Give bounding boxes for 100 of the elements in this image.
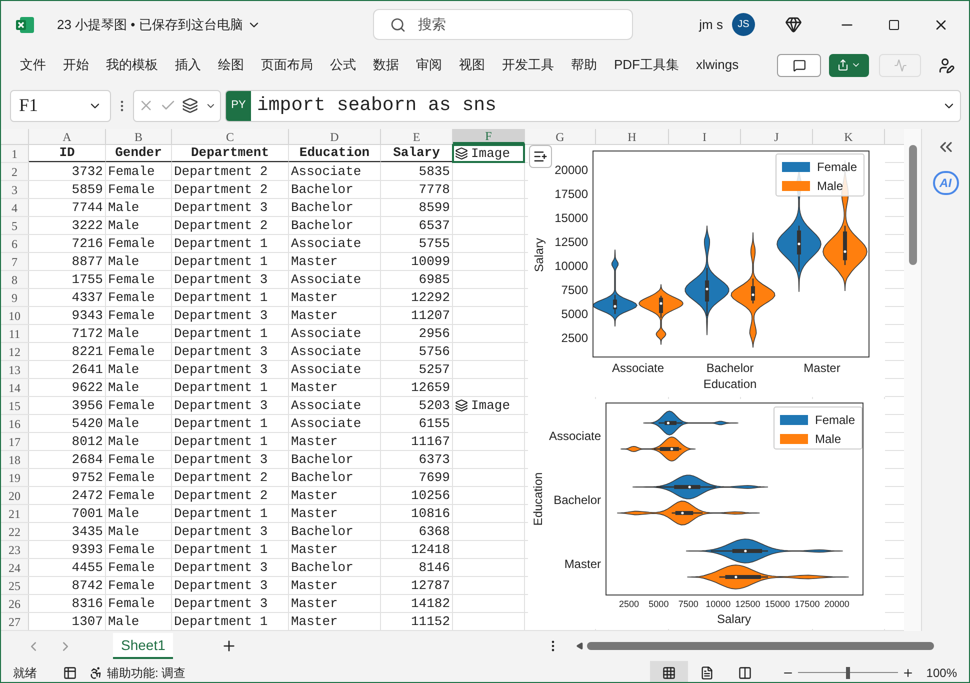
comment-button[interactable] xyxy=(777,54,821,76)
tick-label: 17500 xyxy=(554,187,588,201)
sheet-tab[interactable]: Sheet1 xyxy=(113,633,174,659)
window-title: 23 小提琴图 • 已保存到这台电脑 xyxy=(57,16,243,34)
table-cell-text: Master xyxy=(291,504,338,523)
menu-item[interactable]: xlwings xyxy=(696,55,739,75)
column-header[interactable]: K xyxy=(813,129,885,144)
diamond-icon[interactable] xyxy=(785,16,802,33)
row-header[interactable]: 7 xyxy=(1,253,29,270)
menu-item[interactable]: PDF工具集 xyxy=(614,55,679,75)
row-header[interactable]: 2 xyxy=(1,163,29,180)
row-header[interactable]: 24 xyxy=(1,559,29,576)
column-header[interactable]: I xyxy=(669,129,741,144)
image-cell[interactable]: Image xyxy=(453,397,524,414)
tick-label: 10000 xyxy=(706,599,731,609)
menu-item[interactable]: 帮助 xyxy=(571,55,597,75)
menu-item[interactable]: 开发工具 xyxy=(502,55,554,75)
tick-label: Associate xyxy=(612,361,664,375)
table-cell-text: Male xyxy=(108,252,140,271)
row-header[interactable]: 27 xyxy=(1,613,29,630)
row-header[interactable]: 1 xyxy=(1,145,29,162)
menu-item[interactable]: 开始 xyxy=(63,55,89,75)
menu-item[interactable]: 审阅 xyxy=(416,55,442,75)
image-cell[interactable]: Image xyxy=(453,145,524,162)
table-cell-text: Department 1 xyxy=(174,540,268,559)
table-cell-text: 14182 xyxy=(410,594,450,613)
row-header[interactable]: 26 xyxy=(1,595,29,612)
python-badge: PY xyxy=(226,90,251,120)
row-header[interactable]: 15 xyxy=(1,397,29,414)
view-button[interactable] xyxy=(650,661,688,682)
column-header[interactable]: B xyxy=(106,129,172,144)
table-cell-text: Master xyxy=(291,612,338,631)
row-header[interactable]: 10 xyxy=(1,307,29,324)
table-cell-text: 3732 xyxy=(72,162,103,181)
table-cell-text: 10816 xyxy=(410,504,450,523)
share-button[interactable] xyxy=(829,54,869,76)
menu-item[interactable]: 数据 xyxy=(373,55,399,75)
legend-label: Male xyxy=(817,179,844,193)
table-cell-text: Department 3 xyxy=(174,342,268,361)
row-header[interactable]: 17 xyxy=(1,433,29,450)
row-header[interactable]: 14 xyxy=(1,379,29,396)
row-header[interactable]: 11 xyxy=(1,325,29,342)
layers-icon[interactable] xyxy=(182,97,199,114)
column-header[interactable]: A xyxy=(29,129,106,144)
column-header[interactable]: C xyxy=(172,129,289,144)
row-header[interactable]: 6 xyxy=(1,235,29,252)
menu-item[interactable]: 插入 xyxy=(175,55,201,75)
row-header[interactable]: 23 xyxy=(1,541,29,558)
row-header[interactable]: 22 xyxy=(1,523,29,540)
layers-icon xyxy=(455,147,468,160)
table-cell-text: 12418 xyxy=(410,540,450,559)
accessibility-icon[interactable] xyxy=(89,666,103,680)
row-header[interactable]: 8 xyxy=(1,271,29,288)
menu-item[interactable]: 页面布局 xyxy=(261,55,313,75)
scroll-left-icon xyxy=(576,642,584,650)
menu-item[interactable]: 文件 xyxy=(20,55,46,75)
row-header[interactable]: 25 xyxy=(1,577,29,594)
name-box[interactable]: F1 xyxy=(10,90,111,122)
row-header[interactable]: 21 xyxy=(1,505,29,522)
table-cell-text: Master xyxy=(291,432,338,451)
row-header[interactable]: 18 xyxy=(1,451,29,468)
row-header[interactable]: 4 xyxy=(1,199,29,216)
column-header[interactable]: F xyxy=(453,129,525,144)
person-edit-icon[interactable] xyxy=(938,56,955,74)
table-cell-text: 4455 xyxy=(72,558,103,577)
maximize-icon[interactable] xyxy=(888,18,900,30)
row-header[interactable]: 3 xyxy=(1,181,29,198)
row-header[interactable]: 12 xyxy=(1,343,29,360)
menu-item[interactable]: 视图 xyxy=(459,55,485,75)
formula-text[interactable]: import seaborn as sns xyxy=(257,91,496,120)
horizontal-scrollbar[interactable] xyxy=(576,640,934,652)
accessibility-status[interactable]: 辅助功能: 调查 xyxy=(107,664,186,682)
table-cell-text: Associate xyxy=(291,324,362,343)
user-avatar[interactable]: JS xyxy=(732,13,755,36)
row-header[interactable]: 16 xyxy=(1,415,29,432)
row-header[interactable]: 5 xyxy=(1,217,29,234)
column-header[interactable]: H xyxy=(596,129,669,144)
column-header[interactable]: J xyxy=(741,129,813,144)
menu-item[interactable]: 公式 xyxy=(330,55,356,75)
row-header[interactable]: 9 xyxy=(1,289,29,306)
zoom-level[interactable]: 100% xyxy=(926,664,957,682)
zoom-slider-thumb[interactable] xyxy=(846,666,850,678)
row-header[interactable]: 20 xyxy=(1,487,29,504)
menu-item[interactable]: 绘图 xyxy=(218,55,244,75)
column-header[interactable]: G xyxy=(525,129,596,144)
row-header[interactable]: 13 xyxy=(1,361,29,378)
table-cell-text: Female xyxy=(108,162,155,181)
table-cell-text: 8316 xyxy=(72,594,103,613)
row-header[interactable]: 19 xyxy=(1,469,29,486)
search-field[interactable]: 搜索 xyxy=(372,9,633,40)
zoom-in-icon[interactable] xyxy=(902,666,914,678)
sheet-status-icon[interactable] xyxy=(63,666,77,680)
table-cell-text: 11152 xyxy=(410,612,450,631)
comment-icon xyxy=(792,58,806,72)
column-header[interactable]: D xyxy=(289,129,381,144)
menu-item[interactable]: 我的模板 xyxy=(106,55,158,75)
table-cell-text: Department 1 xyxy=(174,414,268,433)
vertical-scrollbar[interactable] xyxy=(904,129,922,631)
insert-data-button[interactable] xyxy=(529,145,552,168)
table-cell-text: Bachelor xyxy=(291,180,354,199)
